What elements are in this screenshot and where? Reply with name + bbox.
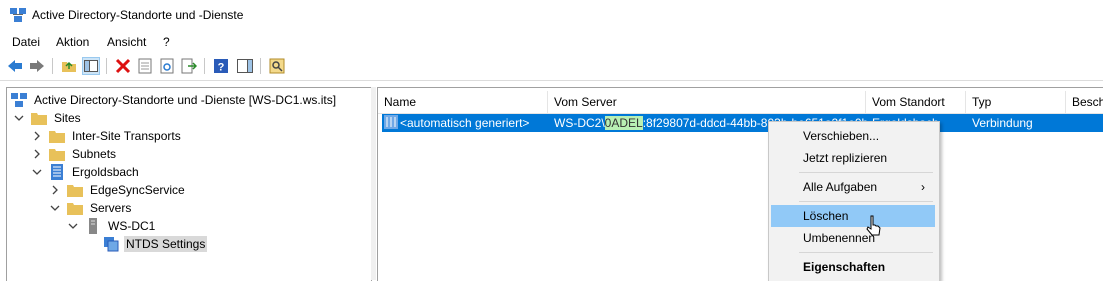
tree-item-ws-dc1[interactable]: WS-DC1	[67, 217, 157, 235]
menu-bar: Datei Aktion Ansicht ?	[0, 31, 1103, 53]
column-header-name[interactable]: Name	[378, 91, 548, 113]
column-header-from-site[interactable]: Vom Standort	[866, 91, 966, 113]
tree-label-edgesync: EdgeSyncService	[90, 183, 185, 197]
folder-icon	[31, 110, 47, 126]
column-header-from-server[interactable]: Vom Server	[548, 91, 866, 113]
tree-item-ntds-settings[interactable]: NTDS Settings	[103, 235, 208, 253]
mouse-pointer-icon	[866, 215, 881, 236]
refresh-icon[interactable]	[158, 57, 176, 75]
folder-icon	[49, 146, 65, 162]
tree-item-ergoldsbach[interactable]: Ergoldsbach	[31, 163, 141, 181]
chevron-down-icon[interactable]	[31, 166, 43, 178]
column-header-description[interactable]: Besch	[1066, 91, 1103, 113]
tree-item-subnets[interactable]: Subnets	[31, 145, 118, 163]
folder-icon	[67, 200, 83, 216]
ntds-settings-icon	[103, 236, 119, 252]
chevron-right-icon[interactable]	[31, 148, 43, 160]
help-icon[interactable]: ?	[212, 57, 230, 75]
tree-item-sites[interactable]: Sites	[13, 109, 83, 127]
ad-sites-app-icon	[10, 8, 26, 22]
folder-icon	[49, 128, 65, 144]
menu-item-rename[interactable]: Umbenennen	[771, 227, 935, 249]
tree-item-inter-site-transports[interactable]: Inter-Site Transports	[31, 127, 183, 145]
tree-item-edgesyncservice[interactable]: EdgeSyncService	[49, 181, 187, 199]
chevron-right-icon: ›	[921, 180, 925, 194]
chevron-down-icon[interactable]	[13, 112, 25, 124]
column-header-type[interactable]: Typ	[966, 91, 1066, 113]
tree-item-servers[interactable]: Servers	[49, 199, 133, 217]
delete-icon[interactable]	[114, 57, 132, 75]
tree-label-servers: Servers	[90, 201, 132, 215]
menu-item-move[interactable]: Verschieben...	[771, 125, 935, 147]
up-folder-icon[interactable]	[60, 57, 78, 75]
tree-label-root: Active Directory-Standorte und -Dienste …	[34, 93, 337, 107]
context-menu: Verschieben... Jetzt replizieren Alle Au…	[768, 121, 940, 281]
tree-pane: Active Directory-Standorte und -Dienste …	[6, 87, 372, 281]
folder-icon	[67, 182, 83, 198]
toolbar: ?	[0, 53, 1103, 81]
cell-type: Verbindung	[972, 116, 1033, 130]
tree-label-sites: Sites	[54, 111, 81, 125]
back-icon[interactable]	[6, 57, 24, 75]
filter-icon[interactable]	[268, 57, 286, 75]
menu-item-replicate-now[interactable]: Jetzt replizieren	[771, 147, 935, 169]
tree-label-subnets: Subnets	[72, 147, 117, 161]
menu-item-all-tasks[interactable]: Alle Aufgaben ›	[771, 176, 935, 198]
pane-splitter[interactable]	[371, 87, 376, 280]
chevron-down-icon[interactable]	[67, 220, 79, 232]
title-bar: Active Directory-Standorte und -Dienste	[0, 0, 1103, 31]
menu-help[interactable]: ?	[163, 35, 170, 49]
list-pane: Name Vom Server Vom Standort Typ Besch <…	[377, 87, 1103, 281]
menu-ansicht[interactable]: Ansicht	[107, 35, 146, 49]
tree-label-ntds: NTDS Settings	[124, 236, 208, 252]
chevron-down-icon[interactable]	[49, 202, 61, 214]
menu-item-all-tasks-label: Alle Aufgaben	[803, 180, 878, 194]
tree-label-ergoldsbach: Ergoldsbach	[72, 165, 139, 179]
connection-icon	[384, 115, 398, 132]
menu-datei[interactable]: Datei	[12, 35, 40, 49]
show-hide-tree-icon[interactable]	[82, 57, 100, 75]
forward-icon[interactable]	[28, 57, 46, 75]
tree-item-root[interactable]: Active Directory-Standorte und -Dienste …	[11, 91, 338, 109]
window-title: Active Directory-Standorte und -Dienste	[32, 8, 244, 22]
server-prefix: WS-DC2\	[554, 116, 605, 130]
chevron-right-icon[interactable]	[49, 184, 61, 196]
properties-icon[interactable]	[136, 57, 154, 75]
server-icon	[85, 218, 101, 234]
svg-text:?: ?	[218, 62, 225, 74]
server-highlight: 0ADEL	[604, 116, 643, 130]
tree-label-inter-site: Inter-Site Transports	[72, 129, 181, 143]
menu-item-properties[interactable]: Eigenschaften	[771, 256, 935, 278]
show-action-pane-icon[interactable]	[236, 57, 254, 75]
table-row[interactable]: <automatisch generiert> WS-DC2\0ADEL:8f2…	[382, 114, 1103, 132]
ad-sites-icon	[11, 92, 27, 108]
cell-name: <automatisch generiert>	[400, 116, 530, 130]
menu-aktion[interactable]: Aktion	[56, 35, 89, 49]
chevron-right-icon[interactable]	[31, 130, 43, 142]
export-list-icon[interactable]	[180, 57, 198, 75]
site-icon	[49, 164, 65, 180]
tree-label-ws-dc1: WS-DC1	[108, 219, 156, 233]
menu-item-delete[interactable]: Löschen	[771, 205, 935, 227]
